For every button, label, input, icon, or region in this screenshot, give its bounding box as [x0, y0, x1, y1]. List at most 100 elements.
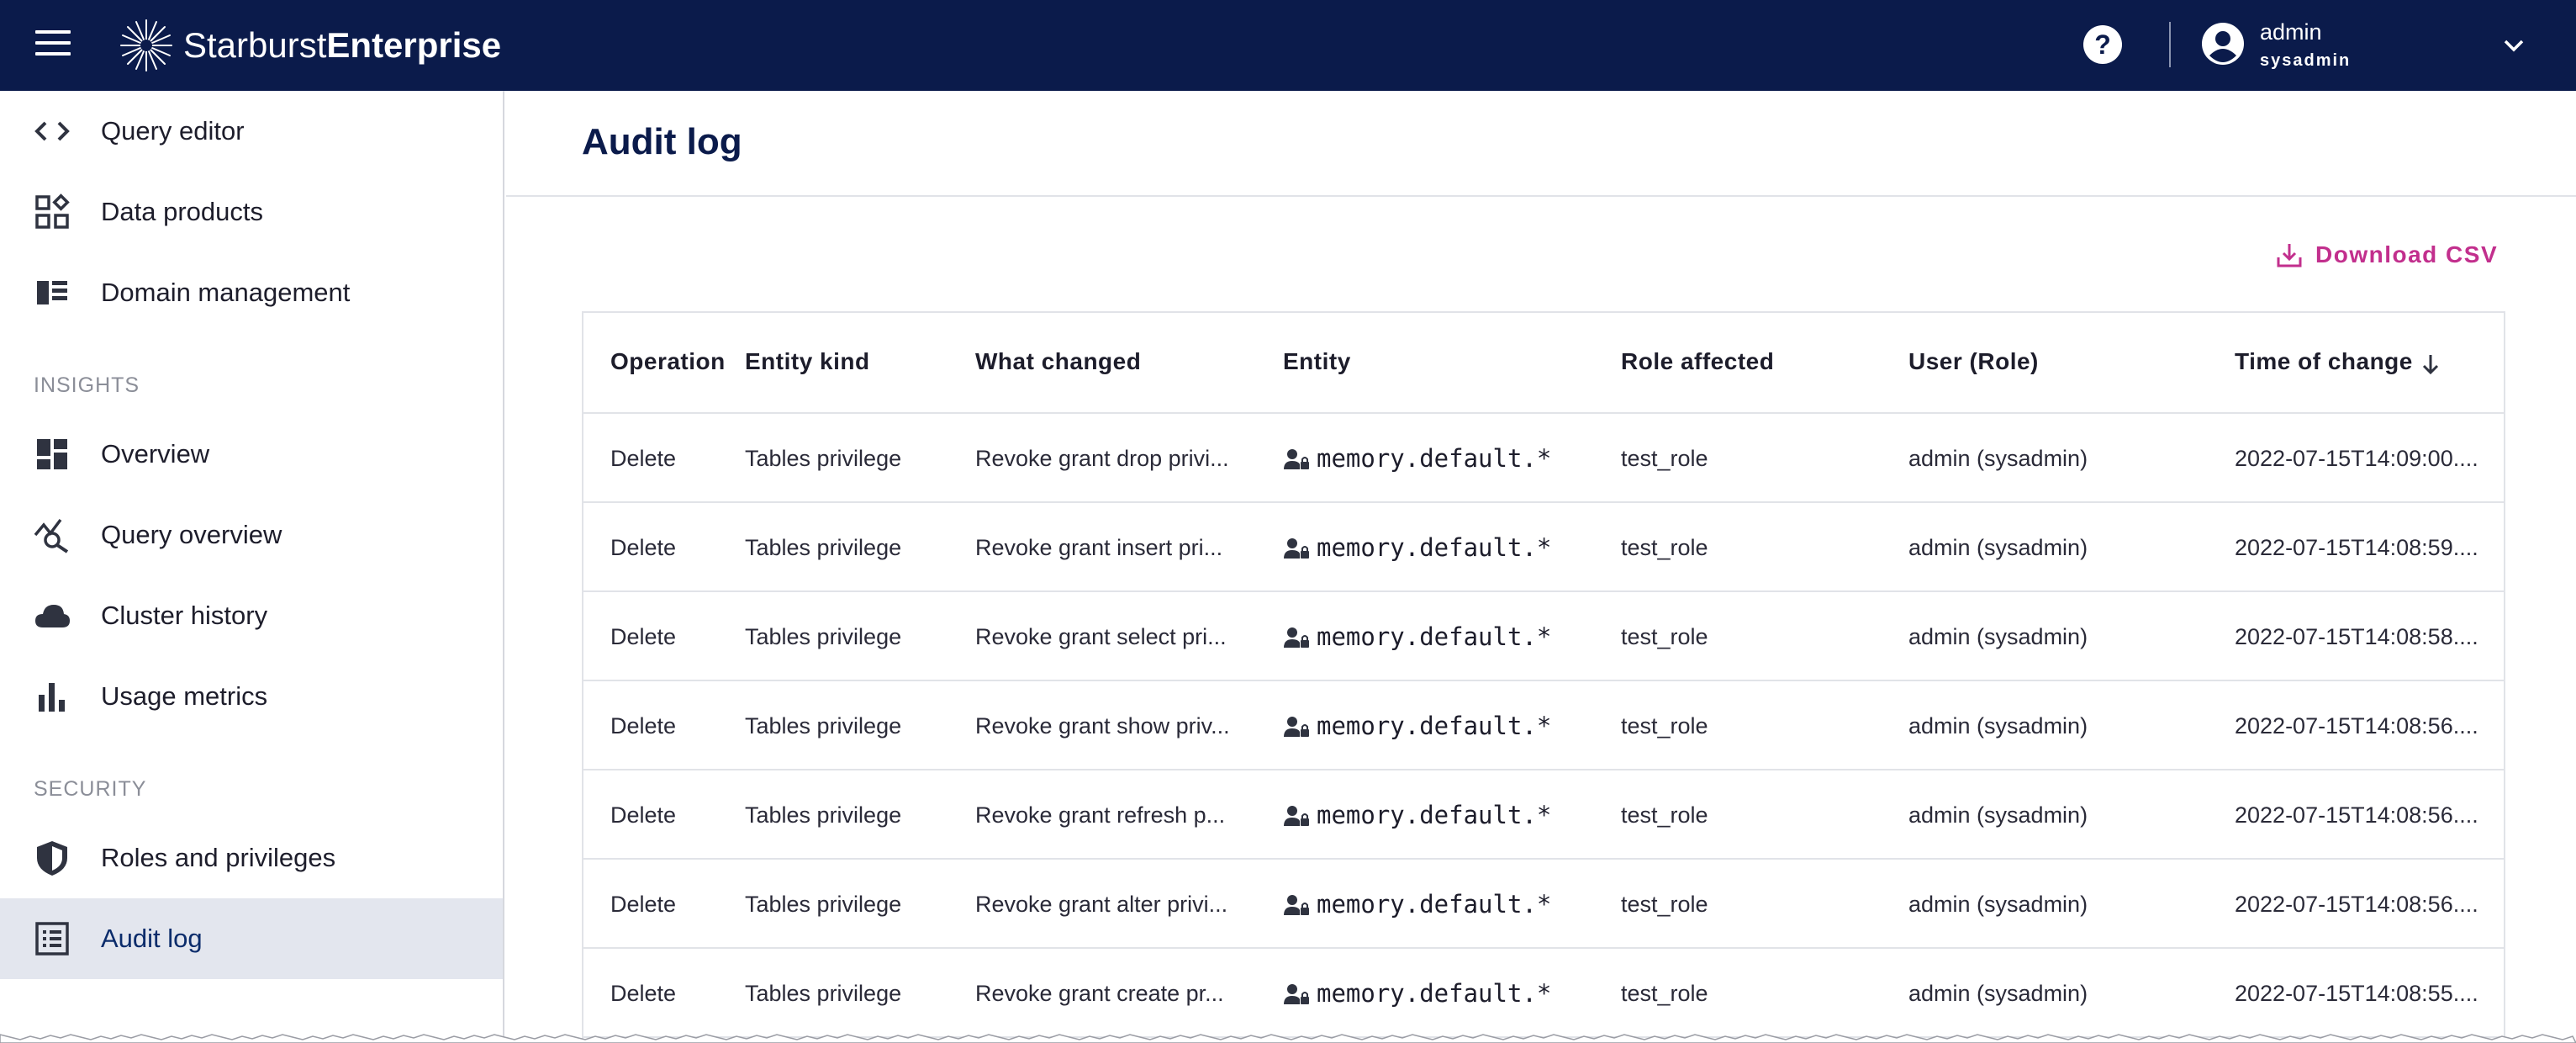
column-header-what-changed[interactable]: What changed [975, 348, 1141, 375]
cell-operation: Delete [610, 892, 677, 917]
user-lock-icon [1284, 895, 1309, 915]
cell-user-role: admin (sysadmin) [1908, 802, 2088, 828]
column-header-user-role[interactable]: User (Role) [1908, 348, 2039, 375]
column-header-entity-kind[interactable]: Entity kind [745, 348, 870, 375]
sidebar-item-roles-and-privileges[interactable]: Roles and privileges [0, 818, 503, 898]
cell-user-role: admin (sysadmin) [1908, 535, 2088, 560]
top-app-bar: StarburstEnterprise ? admin sysadmin [0, 0, 2576, 91]
cell-entity: memory.default.* [1317, 801, 1552, 829]
column-header-entity[interactable]: Entity [1283, 348, 1351, 375]
cell-what-changed: Revoke grant show priv... [975, 713, 1230, 739]
table-row[interactable]: Delete Tables privilege Revoke grant show … [583, 681, 2504, 770]
dashboard-icon [37, 439, 67, 469]
sidebar-item-overview[interactable]: Overview [0, 414, 503, 495]
menu-icon[interactable] [35, 30, 71, 61]
account-icon[interactable] [2201, 22, 2245, 66]
cell-user-role: admin (sysadmin) [1908, 446, 2088, 471]
cell-role-affected: test_role [1621, 713, 1708, 739]
user-lock-icon [1284, 449, 1309, 469]
cell-user-role: admin (sysadmin) [1908, 624, 2088, 649]
cell-operation: Delete [610, 624, 677, 649]
cell-entity: memory.default.* [1317, 890, 1552, 919]
cell-time-of-change: 2022-07-15T14:09:00.... [2235, 446, 2478, 471]
cell-what-changed: Revoke grant refresh p... [975, 802, 1226, 828]
divider [506, 195, 2576, 197]
table-row[interactable]: Delete Tables privilege Revoke grant alter… [583, 860, 2504, 949]
table-row[interactable]: Delete Tables privilege Revoke grant refre… [583, 770, 2504, 860]
download-csv-label: Download CSV [2315, 241, 2499, 267]
cell-what-changed: Revoke grant create pr... [975, 981, 1224, 1006]
user-name: admin [2260, 19, 2322, 45]
cell-entity-kind: Tables privilege [745, 535, 902, 560]
cloud-icon [35, 605, 70, 627]
cell-what-changed: Revoke grant insert pri... [975, 535, 1223, 560]
query-insights-icon [34, 518, 69, 553]
logo-text-bold: Enterprise [326, 25, 502, 65]
sidebar-item-query-editor[interactable]: Query editor [0, 91, 503, 172]
cell-what-changed: Revoke grant drop privi... [975, 446, 1229, 471]
sidebar-item-label: Domain management [101, 278, 351, 307]
sidebar-item-label: Usage metrics [101, 681, 268, 711]
download-csv-button[interactable]: Download CSV [2275, 241, 2498, 269]
code-icon [34, 121, 70, 141]
sidebar-item-data-products[interactable]: Data products [0, 172, 503, 252]
sidebar-item-label: Roles and privileges [101, 843, 336, 872]
cell-entity: memory.default.* [1317, 622, 1552, 651]
cell-entity: memory.default.* [1317, 444, 1552, 473]
logo-text-light: Starburst [183, 25, 327, 65]
section-heading-insights: INSIGHTS [34, 373, 140, 397]
column-header-time-of-change[interactable]: Time of change [2235, 348, 2413, 375]
sidebar-item-audit-log[interactable]: Audit log [0, 898, 503, 979]
sidebar-item-cluster-history[interactable]: Cluster history [0, 575, 503, 656]
cell-entity: memory.default.* [1317, 533, 1552, 562]
sidebar-item-domain-management[interactable]: Domain management [0, 252, 503, 333]
section-heading-security: SECURITY [34, 777, 147, 801]
cell-entity-kind: Tables privilege [745, 892, 902, 917]
user-lock-icon [1284, 717, 1309, 737]
user-lock-icon [1284, 627, 1309, 648]
cell-time-of-change: 2022-07-15T14:08:55.... [2235, 981, 2478, 1006]
cell-role-affected: test_role [1621, 802, 1708, 828]
cell-operation: Delete [610, 446, 677, 471]
table-row[interactable]: Delete Tables privilege Revoke grant selec… [583, 592, 2504, 681]
user-lock-icon [1284, 984, 1309, 1004]
column-header-operation[interactable]: Operation [610, 348, 726, 375]
cell-entity-kind: Tables privilege [745, 981, 902, 1006]
table-row[interactable]: Delete Tables privilege Revoke grant inser… [583, 503, 2504, 592]
cell-role-affected: test_role [1621, 892, 1708, 917]
user-lock-icon [1284, 806, 1309, 826]
cell-operation: Delete [610, 713, 677, 739]
table-row[interactable]: Delete Tables privilege Revoke grant drop … [583, 414, 2504, 503]
cell-entity-kind: Tables privilege [745, 624, 902, 649]
sidebar-item-label: Audit log [101, 924, 203, 953]
sidebar-item-usage-metrics[interactable]: Usage metrics [0, 656, 503, 737]
sidebar: Query editor Data products Domain manage… [0, 91, 504, 1043]
sidebar-item-label: Overview [101, 439, 210, 469]
sidebar-item-label: Cluster history [101, 601, 268, 630]
cell-operation: Delete [610, 981, 677, 1006]
cell-time-of-change: 2022-07-15T14:08:56.... [2235, 892, 2478, 917]
cell-time-of-change: 2022-07-15T14:08:58.... [2235, 624, 2478, 649]
table-row[interactable]: Delete Tables privilege Revoke grant creat… [583, 949, 2504, 1038]
user-lock-icon [1284, 538, 1309, 559]
cell-entity-kind: Tables privilege [745, 802, 902, 828]
arrow-down-icon[interactable] [2418, 352, 2443, 377]
cell-entity: memory.default.* [1317, 712, 1552, 740]
cell-user-role: admin (sysadmin) [1908, 981, 2088, 1006]
cell-role-affected: test_role [1621, 446, 1708, 471]
torn-edge [0, 1034, 2576, 1043]
cell-what-changed: Revoke grant select pri... [975, 624, 1227, 649]
help-icon[interactable]: ? [2083, 25, 2122, 64]
column-header-role-affected[interactable]: Role affected [1621, 348, 1774, 375]
cell-role-affected: test_role [1621, 981, 1708, 1006]
bar-chart-icon [39, 683, 65, 712]
cell-role-affected: test_role [1621, 624, 1708, 649]
sidebar-item-query-overview[interactable]: Query overview [0, 495, 503, 575]
chevron-down-icon[interactable] [2499, 30, 2529, 61]
sidebar-item-label: Query editor [101, 116, 245, 146]
cell-what-changed: Revoke grant alter privi... [975, 892, 1228, 917]
cell-entity-kind: Tables privilege [745, 446, 902, 471]
sidebar-item-label: Data products [101, 197, 263, 226]
domain-icon [37, 281, 67, 304]
shield-icon [37, 841, 67, 876]
